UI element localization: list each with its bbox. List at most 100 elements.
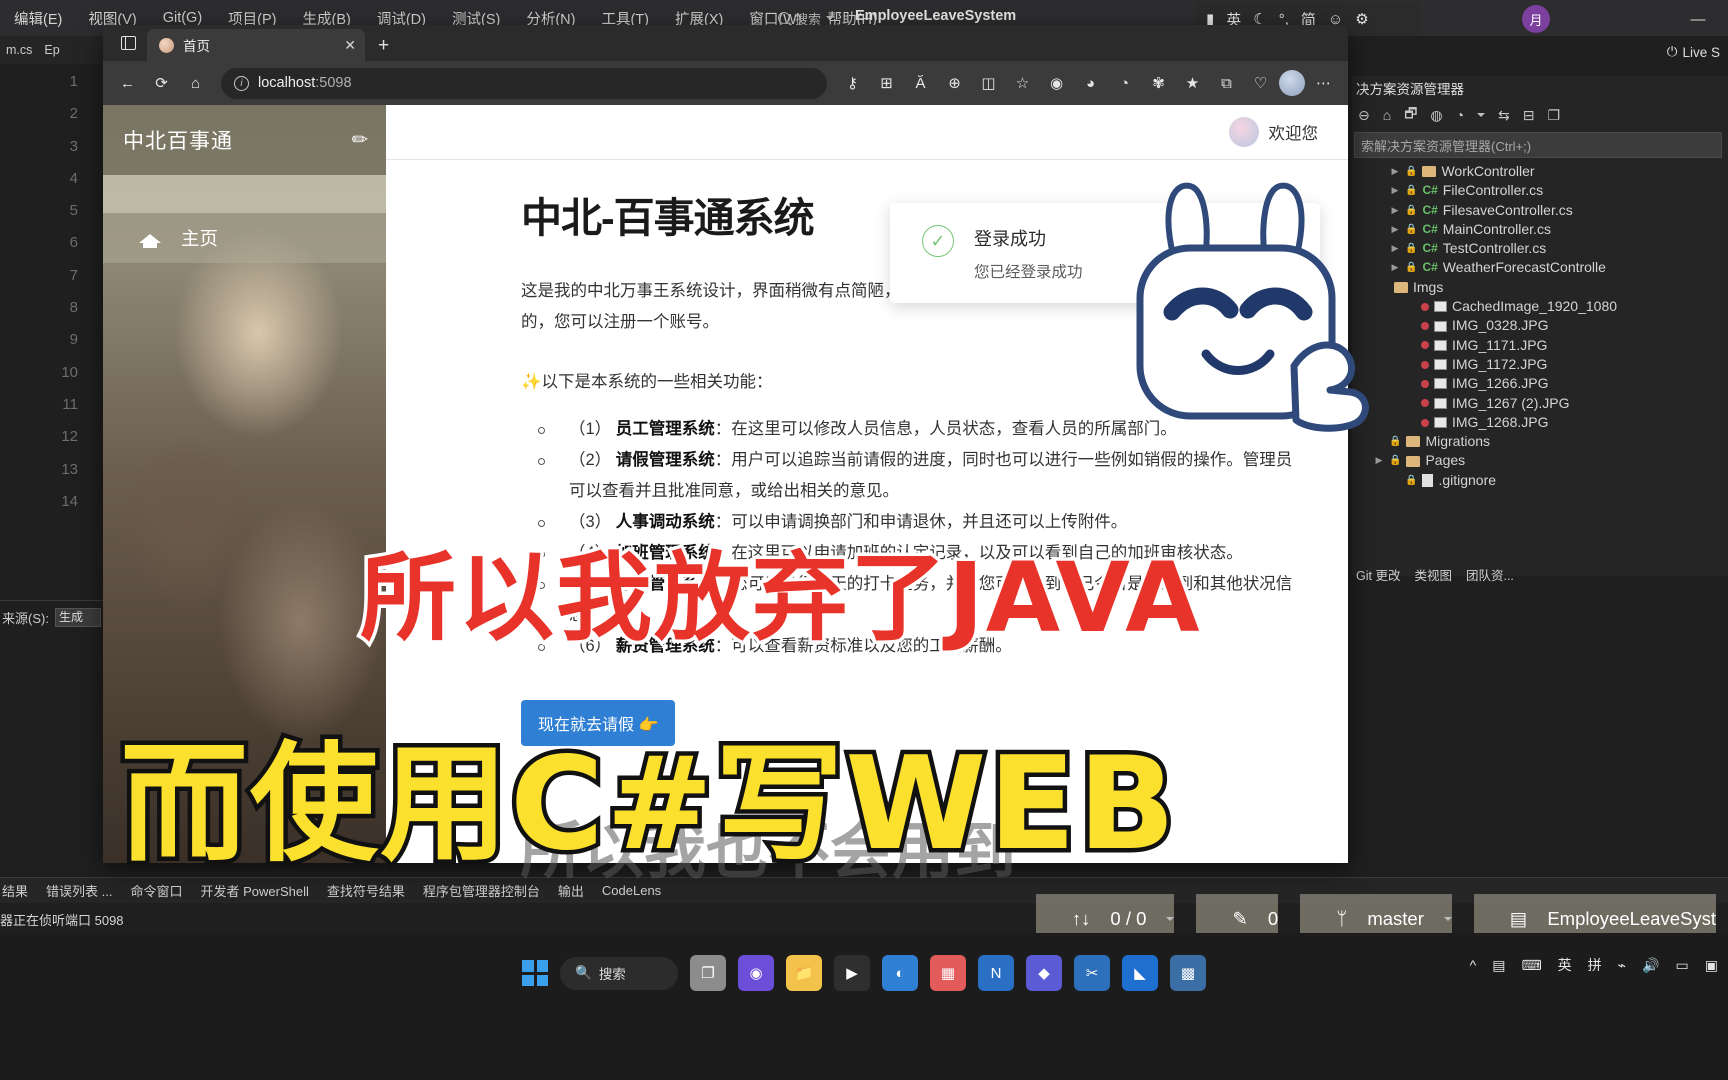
tree-node[interactable]: ▶ 🔒 C# FilesaveController.cs bbox=[1352, 201, 1728, 220]
reload-icon[interactable]: ⟳ bbox=[146, 68, 177, 99]
address-bar[interactable]: i localhost:5098 bbox=[221, 67, 827, 99]
close-tab-icon[interactable]: ✕ bbox=[344, 37, 356, 54]
tray-app-icon[interactable]: ▤ bbox=[1492, 957, 1505, 974]
collections-icon[interactable]: ⧉ bbox=[1211, 68, 1242, 99]
tab-git-changes[interactable]: Git 更改 bbox=[1356, 565, 1400, 584]
favorite-add-icon[interactable]: ☆ bbox=[1007, 68, 1038, 99]
vscode-icon[interactable]: ✂ bbox=[1074, 955, 1110, 991]
home-icon[interactable]: ⌂ bbox=[1383, 107, 1391, 123]
tray-language-label[interactable]: 英 bbox=[1558, 955, 1572, 975]
tree-node[interactable]: CachedImage_1920_1080 bbox=[1352, 297, 1728, 316]
zoom-icon[interactable]: ⊕ bbox=[939, 68, 970, 99]
tab-actions-icon[interactable] bbox=[111, 28, 145, 58]
tree-node-label: IMG_1266.JPG bbox=[1452, 375, 1549, 392]
edge-icon[interactable]: ◐ bbox=[882, 955, 918, 991]
gear-icon[interactable]: ⚙ bbox=[1355, 10, 1368, 28]
visual-studio-icon[interactable]: ▩ bbox=[1170, 955, 1206, 991]
tree-node[interactable]: ▶ 🔒 Pages bbox=[1352, 451, 1728, 470]
live-share-icon: ⏻ bbox=[1666, 44, 1678, 59]
tray-notification-icon[interactable]: ▣ bbox=[1705, 957, 1718, 974]
windows-taskbar: 🔍 搜索 ❐ ◉ 📁 ▶ ◐ ▦ N ◆ ✂ ◣ ▩ ^ ▤ ⌨ 英 拼 ⌁ 🔊… bbox=[0, 933, 1728, 1080]
editor-tab-secondary[interactable]: Ep bbox=[38, 43, 65, 57]
tree-node-label: FileController.cs bbox=[1442, 182, 1544, 199]
tree-node[interactable]: Imgs bbox=[1352, 278, 1728, 297]
tab-class-view[interactable]: 类视图 bbox=[1414, 565, 1452, 584]
solution-explorer-search-input[interactable]: 索解决方案资源管理器(Ctrl+;) bbox=[1354, 132, 1722, 158]
pending-changes-icon[interactable]: ◔ bbox=[1456, 107, 1464, 123]
terminal-icon[interactable]: ▶ bbox=[834, 955, 870, 991]
vscode-insiders-icon[interactable]: ◣ bbox=[1122, 955, 1158, 991]
onenote-icon[interactable]: N bbox=[978, 955, 1014, 991]
output-tab-results[interactable]: 结果 bbox=[2, 881, 28, 900]
tree-node[interactable]: IMG_1172.JPG bbox=[1352, 355, 1728, 374]
vs-account-avatar[interactable]: 月 bbox=[1522, 5, 1550, 33]
tree-node-label: IMG_1267 (2).JPG bbox=[1452, 394, 1570, 411]
read-aloud-icon[interactable]: A᷃ bbox=[905, 68, 936, 99]
file-explorer-icon[interactable]: 📁 bbox=[786, 955, 822, 991]
back-icon[interactable]: ← bbox=[112, 68, 143, 99]
tree-node-label: IMG_1172.JPG bbox=[1452, 355, 1548, 372]
start-button-icon[interactable] bbox=[522, 960, 548, 986]
tray-battery-icon[interactable]: ▭ bbox=[1676, 957, 1689, 974]
back-icon[interactable]: ⊖ bbox=[1358, 107, 1370, 124]
tray-network-icon[interactable]: ⌁ bbox=[1618, 957, 1626, 974]
extensions-icon[interactable]: ✾ bbox=[1143, 68, 1174, 99]
tree-node[interactable]: ▶ 🔒 WorkController bbox=[1352, 162, 1728, 181]
copilot-icon[interactable]: ◉ bbox=[1041, 68, 1072, 99]
tree-node[interactable]: 🔒 .gitignore bbox=[1352, 471, 1728, 490]
live-share-button[interactable]: ⏻ Live S bbox=[1667, 44, 1720, 60]
settings-more-icon[interactable]: ⋯ bbox=[1308, 68, 1339, 99]
output-tab-errorlist[interactable]: 错误列表 ... bbox=[46, 881, 112, 900]
taskbar-search[interactable]: 🔍 搜索 bbox=[560, 956, 678, 990]
tree-node[interactable]: ▶ 🔒 C# WeatherForecastControlle bbox=[1352, 258, 1728, 277]
menu-item-git[interactable]: Git(G) bbox=[163, 10, 202, 26]
output-source-selector[interactable]: 来源(S): 生成 bbox=[0, 608, 110, 627]
sidebar-item-home[interactable]: 主页 bbox=[103, 213, 386, 263]
editor-tab-main[interactable]: m.cs bbox=[0, 43, 38, 57]
tree-node[interactable]: IMG_1268.JPG bbox=[1352, 413, 1728, 432]
tray-volume-icon[interactable]: 🔊 bbox=[1642, 957, 1659, 974]
show-all-files-icon[interactable]: ◍ bbox=[1430, 107, 1442, 124]
extension-green-icon[interactable]: ◕ bbox=[1075, 68, 1106, 99]
reading-view-icon[interactable]: ◫ bbox=[973, 68, 1004, 99]
split-screen-icon[interactable]: ⊞ bbox=[871, 68, 902, 99]
tree-node[interactable]: IMG_1171.JPG bbox=[1352, 336, 1728, 355]
excluded-badge-icon bbox=[1421, 360, 1429, 369]
sync-icon[interactable]: ⇆ bbox=[1498, 107, 1510, 124]
chevron-down-icon[interactable] bbox=[1477, 113, 1486, 117]
tree-node[interactable]: ▶ 🔒 C# MainController.cs bbox=[1352, 220, 1728, 239]
app-icon-blue[interactable]: ◆ bbox=[1026, 955, 1062, 991]
output-source-value[interactable]: 生成 bbox=[54, 608, 101, 627]
home-icon[interactable]: ⌂ bbox=[180, 68, 211, 99]
site-info-icon[interactable]: i bbox=[234, 75, 249, 91]
store-icon[interactable]: ▦ bbox=[930, 955, 966, 991]
tray-keyboard-icon[interactable]: ⌨ bbox=[1521, 957, 1541, 974]
collapse-all-icon[interactable]: ⊟ bbox=[1523, 107, 1535, 124]
extension-orange-icon[interactable]: ◔ bbox=[1109, 68, 1140, 99]
taskview-icon[interactable]: ❐ bbox=[690, 955, 726, 991]
tree-node[interactable]: ▶ 🔒 C# TestController.cs bbox=[1352, 239, 1728, 258]
tree-node[interactable]: 🔒 Migrations bbox=[1352, 432, 1728, 451]
new-window-icon[interactable]: ❐ bbox=[1548, 107, 1561, 124]
tree-node[interactable]: IMG_0328.JPG bbox=[1352, 316, 1728, 335]
browser-essentials-icon[interactable]: ♡ bbox=[1245, 68, 1276, 99]
tab-team-explorer[interactable]: 团队资... bbox=[1466, 565, 1514, 584]
app-icon-purple[interactable]: ◉ bbox=[738, 955, 774, 991]
tree-node-label: IMG_0328.JPG bbox=[1452, 317, 1549, 334]
properties-icon[interactable]: 🗗 bbox=[1404, 103, 1417, 127]
profile-avatar[interactable] bbox=[1279, 70, 1305, 96]
tree-node[interactable]: ▶ 🔒 C# FileController.cs bbox=[1352, 181, 1728, 200]
favorites-icon[interactable]: ★ bbox=[1177, 68, 1208, 99]
tray-expand-icon[interactable]: ^ bbox=[1470, 957, 1477, 973]
tree-node[interactable]: IMG_1267 (2).JPG bbox=[1352, 394, 1728, 413]
key-icon[interactable]: ⚷ bbox=[837, 68, 868, 99]
excluded-badge-icon bbox=[1421, 399, 1429, 408]
tray-ime-mode-label[interactable]: 拼 bbox=[1588, 955, 1602, 975]
tree-node[interactable]: IMG_1266.JPG bbox=[1352, 374, 1728, 393]
minimize-button[interactable]: — bbox=[1676, 2, 1720, 36]
menu-item-edit[interactable]: 编辑(E) bbox=[14, 8, 62, 29]
tree-node-label: CachedImage_1920_1080 bbox=[1452, 298, 1618, 315]
new-tab-button[interactable]: + bbox=[367, 35, 400, 61]
avatar[interactable] bbox=[1228, 117, 1259, 147]
browser-tab[interactable]: 首页 ✕ bbox=[147, 29, 365, 61]
